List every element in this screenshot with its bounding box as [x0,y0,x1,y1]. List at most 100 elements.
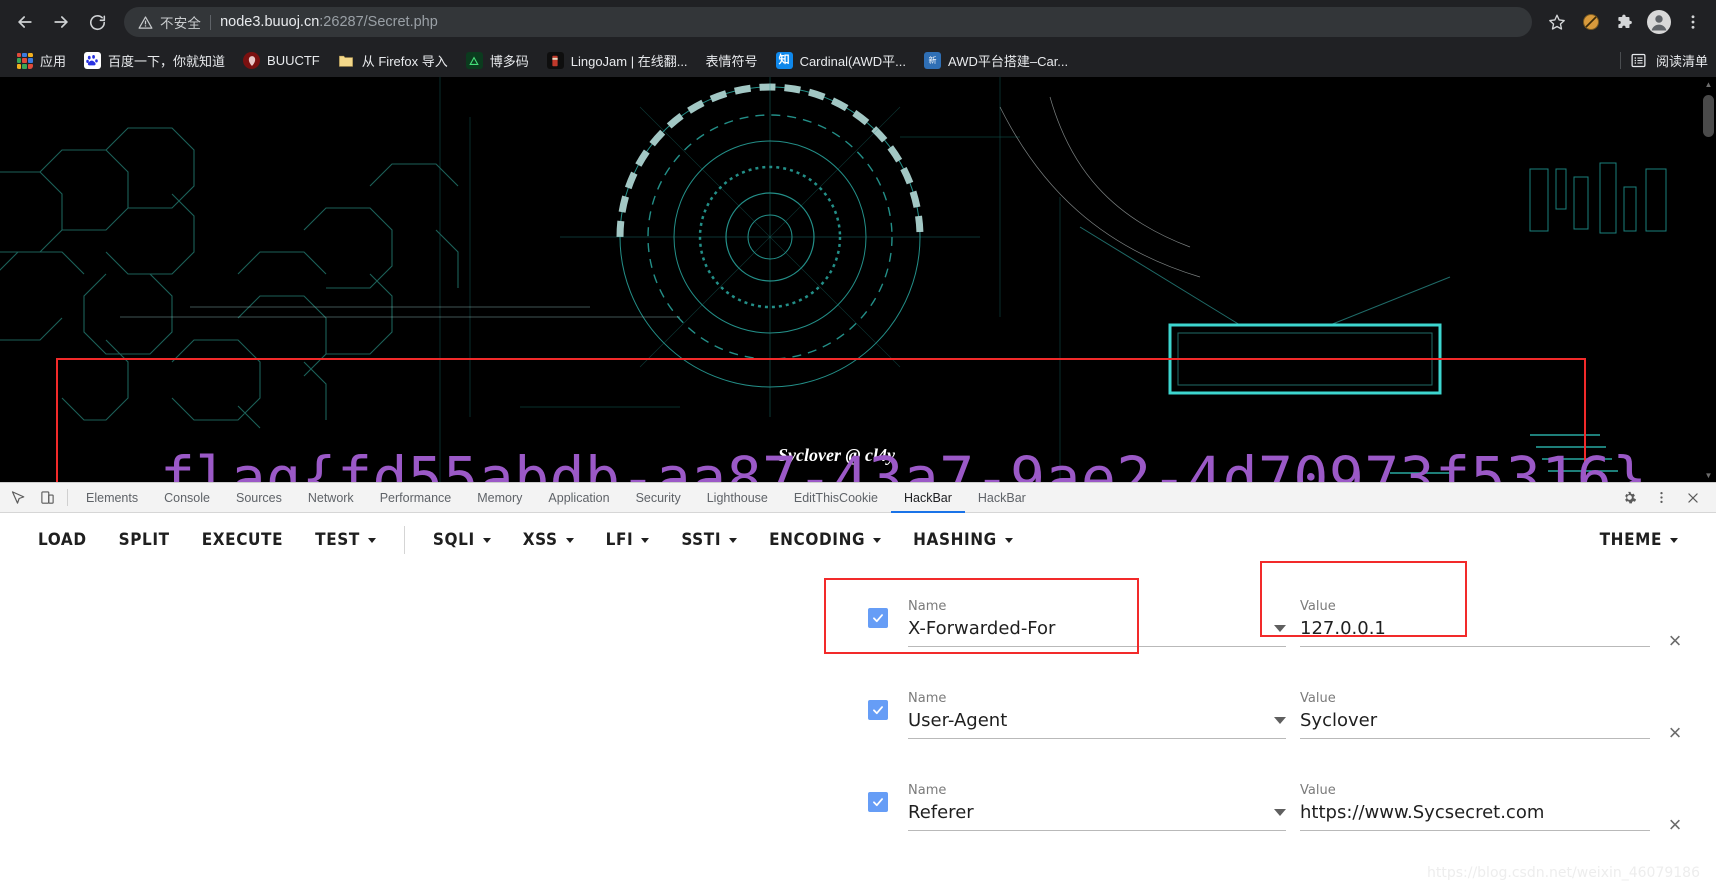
bookmark-cardinal[interactable]: 知 Cardinal(AWD平... [767,48,915,73]
hackbar-theme-menu[interactable]: THEME [1584,524,1694,556]
bookmark-baidu[interactable]: 百度一下，你就知道 [75,48,234,73]
button-label: SPLIT [118,530,170,550]
hackbar-sqli-menu[interactable]: SQLI [417,524,507,556]
awd-favicon: 新 [924,52,941,69]
header-enabled-checkbox[interactable] [868,700,888,720]
tab-application[interactable]: Application [535,484,622,513]
tab-network[interactable]: Network [295,484,367,513]
button-label: EXECUTE [201,530,284,550]
reload-button[interactable] [80,5,114,39]
three-dot-menu-icon[interactable] [1678,7,1708,37]
bookmark-emoji[interactable]: 表情符号 [697,48,767,73]
button-label: LOAD [38,530,87,550]
devtools-tab-bar: Elements Console Sources Network Perform… [0,483,1716,513]
url-path: :26287/Secret.php [319,14,438,30]
tab-console[interactable]: Console [151,484,223,513]
forward-button[interactable] [44,5,78,39]
scrollbar-thumb[interactable] [1703,95,1714,137]
chevron-down-icon [367,537,376,543]
warning-triangle-icon [138,15,153,29]
chevron-down-icon[interactable] [1274,809,1286,816]
reading-list-label: 阅读清单 [1655,54,1708,69]
remove-header-button[interactable]: × [1664,722,1686,744]
device-toolbar-icon[interactable] [32,483,62,512]
tab-security[interactable]: Security [623,484,694,513]
tab-editthiscookie[interactable]: EditThisCookie [781,484,891,513]
devtools-right-controls [1614,483,1716,512]
page-viewport: Syclover @ cl4y flag{fd55abdb-aa87-43a7-… [0,77,1716,483]
bookmark-label: 表情符号 [705,54,758,69]
hackbar-toolbar: LOAD SPLIT EXECUTE TEST SQLI XSS LFI SST… [0,513,1716,567]
blocked-extension-icon[interactable] [1576,7,1606,37]
highlight-box-value-field [1260,561,1467,637]
bookmark-firefox-import[interactable]: 从 Firefox 导入 [329,48,457,73]
button-label: LFI [605,530,634,550]
browser-chrome: 不安全 node3.buuoj.cn:26287/Secret.php 应用 百… [0,0,1716,77]
bookmark-label: 百度一下，你就知道 [108,54,226,69]
reading-list-button[interactable]: 阅读清单 [1619,44,1708,77]
tab-memory[interactable]: Memory [464,484,535,513]
hackbar-encoding-menu[interactable]: ENCODING [753,524,897,556]
tab-hackbar[interactable]: HackBar [890,484,965,513]
hackbar-load-button[interactable]: LOAD [22,524,103,556]
button-label: SQLI [432,530,475,550]
header-name-value: User-Agent [908,710,1008,731]
more-options-icon[interactable] [1646,490,1676,505]
hackbar-test-menu[interactable]: TEST [299,524,392,556]
puzzle-piece-icon[interactable] [1610,7,1640,37]
star-icon[interactable] [1542,7,1572,37]
header-enabled-checkbox[interactable] [868,792,888,812]
header-name-field[interactable]: Name Referer [908,783,1286,831]
toolbar-right-group [1542,7,1708,37]
bookmark-lingojam[interactable]: LingoJam | 在线翻... [538,48,697,73]
chevron-down-icon [1004,537,1013,543]
hackbar-execute-button[interactable]: EXECUTE [186,524,299,556]
bookmark-label: 博多码 [489,54,529,69]
button-label: ENCODING [769,530,866,550]
bookmark-awd-platform[interactable]: 新 AWD平台搭建–Car... [915,48,1077,73]
hackbar-lfi-menu[interactable]: LFI [590,524,666,556]
hackbar-hashing-menu[interactable]: HASHING [897,524,1029,556]
chevron-down-icon [641,537,650,543]
bookmark-apps[interactable]: 应用 [7,48,75,73]
chevron-down-icon [482,537,491,543]
page-scrollbar[interactable]: ▲ ▼ [1701,77,1716,483]
header-value-field[interactable]: Value https://www.Sycsecret.com [1300,783,1650,831]
chevron-down-icon [1670,537,1678,543]
hackbar-toolbar-divider [403,526,405,554]
remove-header-button[interactable]: × [1664,630,1686,652]
close-devtools-icon[interactable] [1678,491,1708,505]
header-name-field[interactable]: Name User-Agent [908,691,1286,739]
header-row-user-agent: Name User-Agent Value Syclover × [0,667,1716,755]
chevron-down-icon[interactable] [1274,717,1286,724]
buuctf-favicon [243,52,261,69]
header-value-value: Syclover [1300,710,1378,731]
bdm-favicon [465,52,483,69]
url-host: node3.buuoj.cn [220,14,320,30]
back-button[interactable] [8,5,42,39]
header-value-field[interactable]: Value Syclover [1300,691,1650,739]
tab-sources[interactable]: Sources [223,484,295,513]
scroll-down-arrow-icon[interactable]: ▼ [1701,468,1716,483]
settings-gear-icon[interactable] [1614,490,1644,505]
tab-hackbar-secondary[interactable]: HackBar [965,484,1039,513]
hackbar-xss-menu[interactable]: XSS [507,524,590,556]
bookmark-buuctf[interactable]: BUUCTF [234,49,329,72]
remove-header-button[interactable]: × [1664,814,1686,836]
bookmark-bdm[interactable]: 博多码 [457,48,538,73]
scroll-up-arrow-icon[interactable]: ▲ [1701,77,1716,92]
tab-elements[interactable]: Elements [73,484,151,513]
tab-lighthouse[interactable]: Lighthouse [694,484,781,513]
bookmark-label: 应用 [40,54,67,69]
inspect-element-icon[interactable] [2,483,32,512]
tab-performance[interactable]: Performance [367,484,465,513]
address-bar-url: node3.buuoj.cn:26287/Secret.php [220,14,438,30]
lingojam-favicon [546,52,564,69]
hackbar-ssti-menu[interactable]: SSTI [665,524,753,556]
profile-avatar-icon[interactable] [1644,7,1674,37]
button-label: SSTI [681,530,722,550]
hackbar-split-button[interactable]: SPLIT [103,524,186,556]
reading-list-icon [1631,53,1646,68]
devtools-panel: Elements Console Sources Network Perform… [0,482,1716,888]
address-bar[interactable]: 不安全 node3.buuoj.cn:26287/Secret.php [124,7,1532,37]
